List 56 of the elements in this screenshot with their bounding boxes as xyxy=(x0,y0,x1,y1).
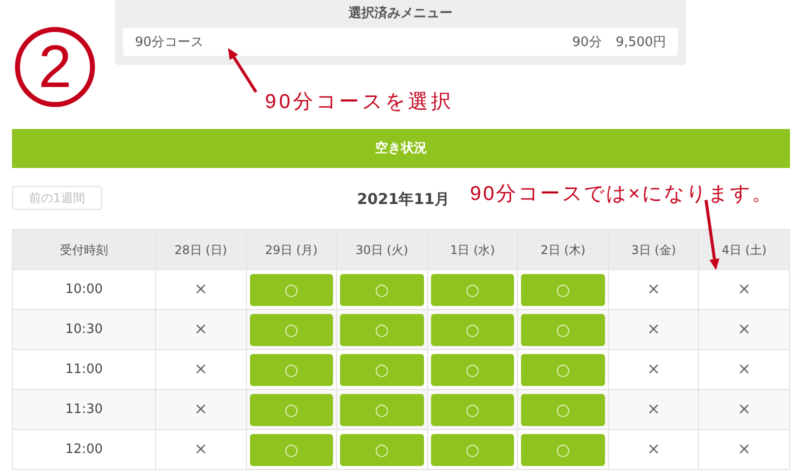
slot-button[interactable]: ○ xyxy=(250,394,334,426)
slot-button[interactable]: ○ xyxy=(340,354,424,386)
slot-button[interactable]: ○ xyxy=(250,434,334,466)
time-cell: 12:00 xyxy=(12,430,156,470)
annotation: 90分コースを選択 xyxy=(265,90,454,115)
unavailable-mark: × xyxy=(646,398,660,418)
unavailable-mark: × xyxy=(737,358,751,378)
slot-button[interactable]: ○ xyxy=(340,314,424,346)
time-cell: 10:30 xyxy=(12,310,156,350)
column-header: 2日 (木) xyxy=(518,230,608,270)
slot-button[interactable]: ○ xyxy=(250,314,334,346)
annotation: 90分コースでは×になります。 xyxy=(470,182,774,207)
unavailable-mark: × xyxy=(646,278,660,298)
arrow xyxy=(228,48,258,93)
slot-button[interactable]: ○ xyxy=(430,394,514,426)
slot-button[interactable]: ○ xyxy=(521,394,605,426)
column-header: 29日 (月) xyxy=(246,230,337,270)
unavailable-mark: × xyxy=(737,318,751,338)
unavailable-mark: × xyxy=(646,318,660,338)
column-header: 30日 (火) xyxy=(336,230,428,270)
slot-button[interactable]: ○ xyxy=(521,354,605,386)
unavailable-mark: × xyxy=(194,398,208,418)
unavailable-mark: × xyxy=(194,438,208,458)
slot-button[interactable]: ○ xyxy=(430,354,514,386)
column-header: 4日 (土) xyxy=(698,230,790,270)
course-price: 9,500円 xyxy=(616,34,666,51)
slot-button[interactable]: ○ xyxy=(250,274,334,306)
availability-bar: 空き状況 xyxy=(12,129,790,168)
unavailable-mark: × xyxy=(194,318,208,338)
unavailable-mark: × xyxy=(194,278,208,298)
panel-title: 選択済みメニュー xyxy=(348,4,454,23)
unavailable-mark: × xyxy=(737,398,751,418)
column-header: 28日 (日) xyxy=(156,230,246,270)
slot-button[interactable]: ○ xyxy=(430,434,514,466)
slot-button[interactable]: ○ xyxy=(340,394,424,426)
column-header: 受付時刻 xyxy=(12,230,156,270)
slot-button[interactable]: ○ xyxy=(340,434,424,466)
step-number: 2 xyxy=(15,27,95,107)
slot-button[interactable]: ○ xyxy=(521,274,605,306)
column-header: 3日 (金) xyxy=(608,230,699,270)
unavailable-mark: × xyxy=(737,278,751,298)
unavailable-mark: × xyxy=(646,438,660,458)
month-label: 2021年11月 xyxy=(357,190,450,209)
slot-button[interactable]: ○ xyxy=(521,434,605,466)
unavailable-mark: × xyxy=(646,358,660,378)
slot-button[interactable]: ○ xyxy=(521,314,605,346)
slot-button[interactable]: ○ xyxy=(250,354,334,386)
column-header: 1日 (水) xyxy=(427,230,518,270)
course-duration: 90分 xyxy=(572,34,602,51)
time-cell: 11:30 xyxy=(12,390,156,430)
unavailable-mark: × xyxy=(737,438,751,458)
course-name: 90分コース xyxy=(135,34,204,51)
slot-button[interactable]: ○ xyxy=(340,274,424,306)
slot-button[interactable]: ○ xyxy=(430,274,514,306)
slot-button[interactable]: ○ xyxy=(430,314,514,346)
unavailable-mark: × xyxy=(194,358,208,378)
